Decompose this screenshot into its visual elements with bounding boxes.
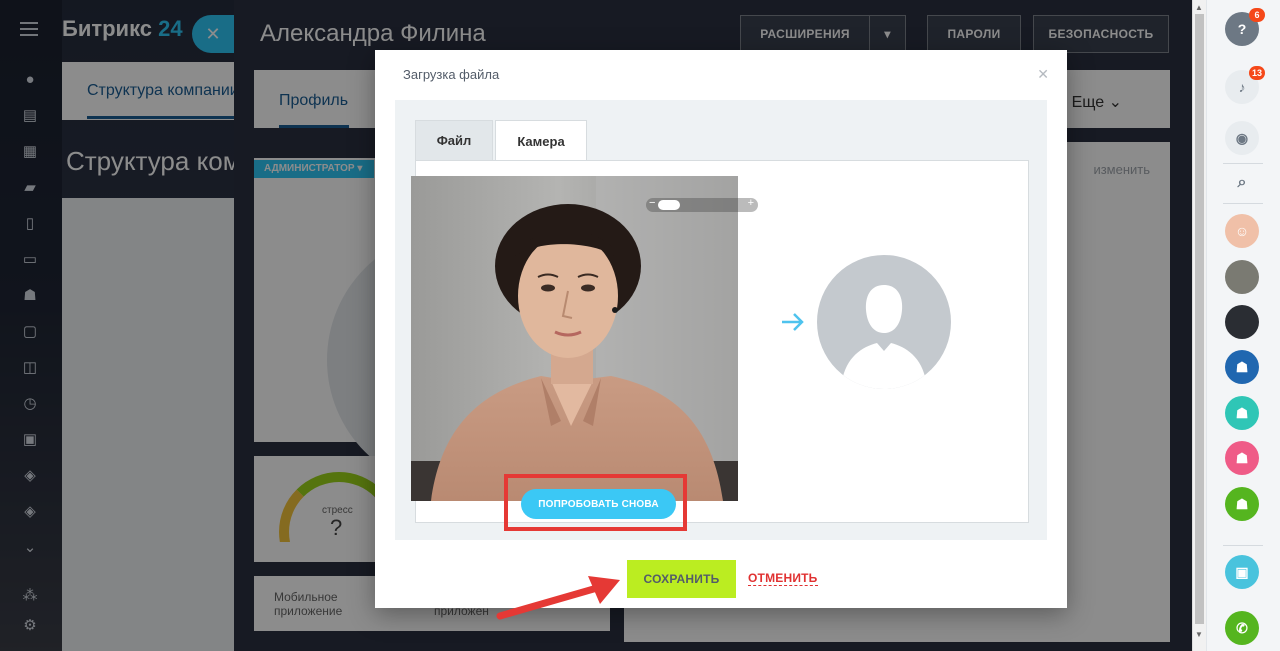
avatar[interactable]: ☺ [1225, 214, 1259, 248]
retry-button[interactable]: ПОПРОБОВАТЬ СНОВА [521, 489, 676, 519]
avatar[interactable] [1225, 305, 1259, 339]
cancel-link[interactable]: ОТМЕНИТЬ [748, 571, 818, 586]
zoom-out-icon[interactable]: − [649, 197, 655, 209]
scrollbar-thumb[interactable] [1195, 14, 1204, 624]
avatar-preview [817, 255, 951, 389]
avatar[interactable] [1225, 260, 1259, 294]
scroll-down-icon[interactable]: ▼ [1195, 630, 1203, 639]
users-icon[interactable]: ☗ [1225, 396, 1259, 430]
screen-share-icon[interactable]: ▣ [1225, 555, 1259, 589]
right-rail: ? 6 ♪ 13 ◉ ⌕ ☺ ☗ ☗ ☗ ☗ ▣ ✆ [1206, 0, 1280, 651]
phone-call-icon[interactable]: ✆ [1225, 611, 1259, 645]
tab-file[interactable]: Файл [415, 120, 493, 160]
notifications-badge: 13 [1248, 66, 1265, 80]
bell-icon[interactable]: ♪ 13 [1225, 66, 1265, 104]
group-chat-icon[interactable]: ☗ [1225, 350, 1259, 384]
camera-photo [411, 176, 738, 501]
users-icon[interactable]: ☗ [1225, 487, 1259, 521]
save-button[interactable]: СОХРАНИТЬ [627, 560, 736, 598]
users-icon[interactable]: ☗ [1225, 441, 1259, 475]
retry-highlight-box: ПОПРОБОВАТЬ СНОВА [504, 474, 687, 531]
rail-divider [1223, 163, 1263, 164]
help-icon[interactable]: ? 6 [1225, 8, 1265, 46]
scroll-up-icon[interactable]: ▲ [1195, 3, 1203, 12]
dialog-title: Загрузка файла [403, 67, 500, 82]
camera-preview[interactable] [411, 176, 738, 501]
zoom-in-icon[interactable]: + [748, 197, 754, 209]
rail-divider [1223, 545, 1263, 546]
page-scrollbar[interactable]: ▲ ▼ [1192, 0, 1206, 651]
user-silhouette-icon [841, 285, 927, 389]
zoom-slider-knob[interactable] [658, 200, 680, 210]
rail-divider [1223, 203, 1263, 204]
file-upload-dialog: Загрузка файла ✕ Файл Камера − + ПОПРОБО… [375, 50, 1067, 608]
tab-camera[interactable]: Камера [495, 120, 587, 161]
search-icon[interactable]: ⌕ [1225, 166, 1259, 200]
arrow-right-icon [782, 313, 804, 331]
annotation-arrow [496, 576, 620, 620]
help-badge: 6 [1249, 8, 1265, 22]
chat-icon[interactable]: ◉ [1225, 121, 1259, 155]
close-icon[interactable]: ✕ [1037, 66, 1049, 83]
zoom-slider[interactable]: − + [646, 197, 758, 212]
